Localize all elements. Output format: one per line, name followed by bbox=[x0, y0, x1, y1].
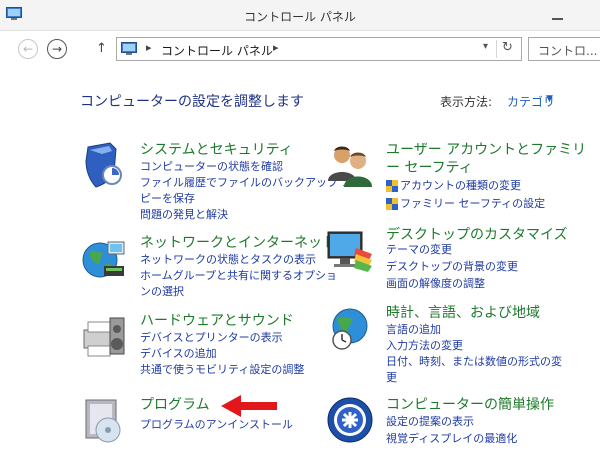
minimize-button[interactable] bbox=[548, 6, 568, 26]
category-hardware-sound: ハードウェアとサウンド デバイスとプリンターの表示 デバイスの追加 共通で使うモ… bbox=[80, 312, 320, 382]
link-uninstall-program[interactable]: プログラムのアンインストール bbox=[140, 418, 293, 432]
shield-icon bbox=[85, 142, 122, 188]
chevron-down-icon[interactable]: ▼ bbox=[546, 94, 553, 104]
category-title-hardware[interactable]: ハードウェアとサウンド bbox=[140, 312, 294, 330]
clock-globe-icon bbox=[332, 308, 368, 350]
link-change-account-type[interactable]: アカウントの種類の変更 bbox=[400, 179, 521, 193]
link-file-history[interactable]: ピーを保存 bbox=[140, 192, 195, 206]
category-title-ease[interactable]: コンピューターの簡単操作 bbox=[386, 396, 554, 414]
category-programs: プログラム プログラムのアンインストール bbox=[80, 396, 320, 444]
link-change-input-method[interactable]: 入力方法の変更 bbox=[386, 339, 463, 353]
page-title: コンピューターの設定を調整します bbox=[80, 94, 304, 110]
link-change-date-format[interactable]: 日付、時刻、または数値の形式の変 bbox=[386, 355, 562, 369]
control-panel-icon bbox=[121, 42, 137, 55]
printer-icon bbox=[83, 317, 125, 357]
uac-shield-icon bbox=[386, 198, 398, 210]
category-title-system[interactable]: システムとセキュリティ bbox=[140, 141, 293, 159]
refresh-icon[interactable]: ↻ bbox=[502, 40, 513, 55]
breadcrumb-separator[interactable]: ▸ bbox=[273, 41, 279, 54]
link-change-theme[interactable]: テーマの変更 bbox=[386, 243, 452, 257]
category-clock-language-region: 時計、言語、および地域 言語の追加 入力方法の変更 日付、時刻、または数値の形式… bbox=[326, 304, 600, 390]
link-check-status[interactable]: コンピューターの状態を確認 bbox=[140, 160, 283, 174]
link-homegroup[interactable]: ホームグループと共有に関するオプショ bbox=[140, 269, 337, 283]
desktop-icon bbox=[327, 231, 372, 272]
back-button[interactable]: ← bbox=[18, 39, 38, 59]
address-bar[interactable]: ▸ コントロール パネル ▸ ▾ ↻ bbox=[116, 37, 522, 61]
link-optimize-display[interactable]: 視覚ディスプレイの最適化 bbox=[386, 432, 517, 446]
breadcrumb-control-panel[interactable]: コントロール パネル bbox=[161, 42, 273, 59]
category-ease-of-access: コンピューターの簡単操作 設定の提案の表示 視覚ディスプレイの最適化 bbox=[326, 396, 600, 452]
link-file-history[interactable]: ファイル履歴でファイルのバックアップ コ bbox=[140, 176, 353, 190]
link-devices-printers[interactable]: デバイスとプリンターの表示 bbox=[140, 331, 283, 345]
link-family-safety[interactable]: ファミリー セーフティの設定 bbox=[400, 197, 545, 211]
users-icon bbox=[328, 146, 372, 187]
link-troubleshoot[interactable]: 問題の発見と解決 bbox=[140, 208, 228, 222]
network-globe-icon bbox=[82, 241, 125, 278]
programs-icon bbox=[85, 399, 121, 443]
category-appearance: デスクトップのカスタマイズ テーマの変更 デスクトップの背景の変更 画面の解像度… bbox=[326, 226, 600, 296]
link-add-device[interactable]: デバイスの追加 bbox=[140, 347, 217, 361]
address-dropdown-icon[interactable]: ▾ bbox=[483, 41, 488, 52]
forward-button[interactable]: → bbox=[47, 39, 67, 59]
category-title-users[interactable]: ユーザー アカウントとファミリ bbox=[386, 141, 586, 159]
uac-shield-icon bbox=[386, 180, 398, 192]
link-change-background[interactable]: デスクトップの背景の変更 bbox=[386, 260, 518, 274]
red-arrow-annotation bbox=[221, 395, 277, 417]
window-title: コントロール パネル bbox=[244, 10, 356, 24]
address-row: ← → ↑ ▸ コントロール パネル ▸ ▾ ↻ コントロ... bbox=[0, 32, 600, 66]
category-title-network[interactable]: ネットワークとインターネット bbox=[140, 234, 336, 252]
breadcrumb-separator[interactable]: ▸ bbox=[146, 41, 152, 54]
up-button[interactable]: ↑ bbox=[96, 41, 107, 56]
category-system-security: システムとセキュリティ コンピューターの状態を確認 ファイル履歴でファイルのバッ… bbox=[80, 141, 353, 231]
category-title-appearance[interactable]: デスクトップのカスタマイズ bbox=[386, 226, 568, 244]
view-by-label: 表示方法: bbox=[440, 95, 493, 109]
link-homegroup[interactable]: ンの選択 bbox=[140, 285, 184, 299]
category-title-clock[interactable]: 時計、言語、および地域 bbox=[386, 304, 540, 322]
link-network-status[interactable]: ネットワークの状態とタスクの表示 bbox=[140, 253, 316, 267]
search-input[interactable]: コントロ... bbox=[528, 37, 600, 61]
divider bbox=[496, 40, 497, 58]
category-network-internet: ネットワークとインターネット ネットワークの状態とタスクの表示 ホームグループと… bbox=[80, 234, 337, 304]
link-adjust-resolution[interactable]: 画面の解像度の調整 bbox=[386, 277, 485, 291]
ease-of-access-icon bbox=[327, 397, 373, 443]
title-bar: コントロール パネル bbox=[0, 0, 600, 31]
category-title-users-cont[interactable]: ー セーフティ bbox=[386, 159, 473, 177]
link-mobility-settings[interactable]: 共通で使うモビリティ設定の調整 bbox=[140, 363, 304, 377]
category-title-programs[interactable]: プログラム bbox=[140, 396, 210, 414]
link-add-language[interactable]: 言語の追加 bbox=[386, 323, 441, 337]
link-change-date-format[interactable]: 更 bbox=[386, 371, 397, 385]
category-user-accounts: ユーザー アカウントとファミリ ー セーフティ アカウントの種類の変更 ファミリ… bbox=[326, 141, 600, 221]
link-get-recommendations[interactable]: 設定の提案の表示 bbox=[386, 415, 474, 429]
